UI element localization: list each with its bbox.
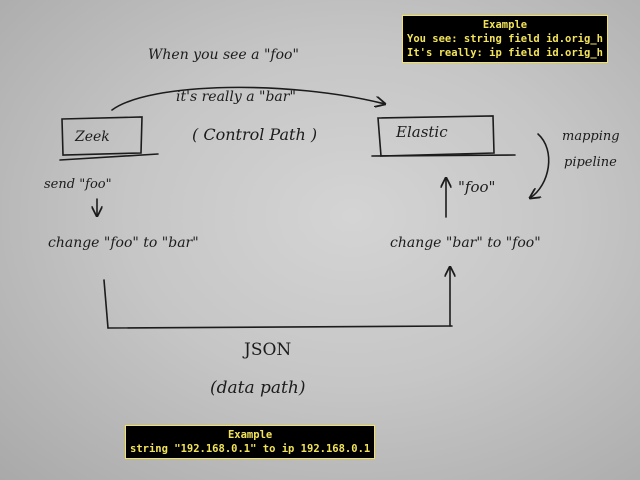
note-top-line2: It's really: ip field id.orig_h xyxy=(407,47,603,59)
json-label: JSON xyxy=(244,340,292,360)
elastic-box-underline xyxy=(371,154,516,157)
note-top-title: Example xyxy=(482,19,528,31)
data-path-bottom xyxy=(107,325,453,329)
control-path-label: ( Control Path ) xyxy=(192,125,318,144)
data-path-left xyxy=(103,279,109,329)
change-foo-to-bar-label: change "foo" to "bar" xyxy=(48,235,199,251)
mapping-label-line1: mapping xyxy=(562,129,620,144)
arrow-caption-line2: it's really a "bar" xyxy=(176,89,296,105)
elastic-label: Elastic xyxy=(396,123,448,141)
note-bottom-line1: string "192.168.0.1" to ip 192.168.0.1 xyxy=(130,443,371,455)
mapping-label-line2: pipeline xyxy=(564,155,617,170)
zeek-label: Zeek xyxy=(75,129,110,145)
note-top-line1: You see: string field id.orig_h xyxy=(407,33,603,45)
foo-quoted-label: "foo" xyxy=(458,178,496,196)
data-path-label: (data path) xyxy=(210,378,306,398)
send-foo-label: send "foo" xyxy=(44,177,112,192)
change-bar-to-foo-label: change "bar" to "foo" xyxy=(390,235,541,251)
note-bottom-title: Example xyxy=(227,429,273,441)
arrow-caption-line1: When you see a "foo" xyxy=(148,47,299,63)
example-note-bottom: Example string "192.168.0.1" to ip 192.1… xyxy=(125,425,376,459)
example-note-top: Example You see: string field id.orig_h … xyxy=(402,15,608,63)
mapping-arrow xyxy=(530,133,550,198)
